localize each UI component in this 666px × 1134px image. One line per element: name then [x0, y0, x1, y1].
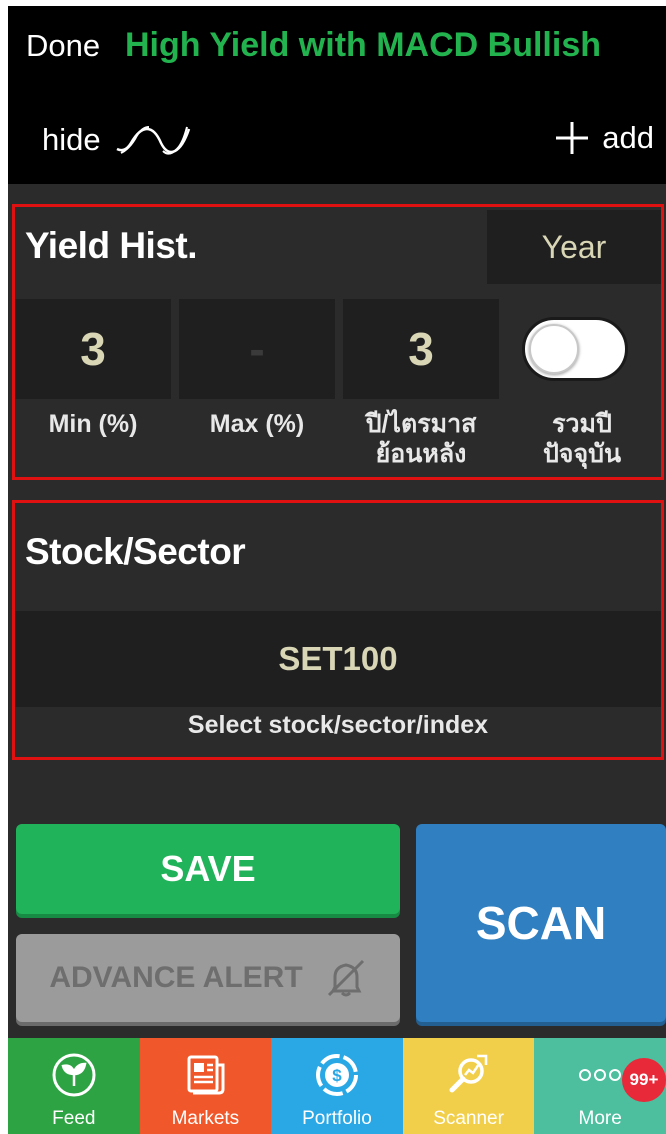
add-button[interactable]: add: [554, 120, 654, 156]
alert-off-icon: [327, 959, 364, 997]
newspaper-icon: [187, 1055, 225, 1095]
tab-feed[interactable]: Feed: [8, 1038, 140, 1134]
period-selector[interactable]: Year: [487, 210, 661, 284]
yield-history-section: Yield Hist. Year 3 - 3 Min (%) Max (%) ป…: [12, 204, 664, 480]
dots-icon: [579, 1069, 622, 1081]
tab-markets-label: Markets: [171, 1108, 240, 1129]
tab-scanner[interactable]: Scanner: [402, 1038, 535, 1134]
current-year-label: รวมปี ปัจจุบัน: [507, 409, 657, 469]
tab-portfolio-label: Portfolio: [302, 1108, 372, 1129]
bottom-tab-bar: Feed Markets $ Portfolio Scanner More 99…: [8, 1038, 666, 1134]
include-current-year-toggle[interactable]: [522, 317, 628, 381]
lookback-label-line1: ปี/ไตรมาส: [365, 410, 477, 438]
top-bar: Done High Yield with MACD Bullish hide a…: [8, 6, 666, 184]
toggle-knob: [529, 324, 579, 374]
tab-markets[interactable]: Markets: [139, 1038, 272, 1134]
dollar-coin-icon: $: [315, 1054, 358, 1096]
max-yield-input[interactable]: -: [179, 299, 335, 399]
lookback-label-line2: ย้อนหลัง: [375, 440, 467, 468]
yield-section-title: Yield Hist.: [25, 225, 198, 266]
lookback-label: ปี/ไตรมาส ย้อนหลัง: [343, 409, 499, 469]
add-label: add: [602, 120, 654, 155]
app-screen: Done High Yield with MACD Bullish hide a…: [8, 6, 666, 1134]
tab-feed-label: Feed: [52, 1108, 96, 1129]
sprout-icon: [52, 1053, 96, 1097]
hide-button[interactable]: hide: [42, 122, 193, 158]
save-button[interactable]: SAVE: [16, 824, 400, 914]
svg-text:$: $: [332, 1066, 342, 1085]
stock-sector-selector[interactable]: SET100: [15, 611, 661, 707]
tab-portfolio[interactable]: $ Portfolio: [271, 1038, 403, 1134]
hide-label: hide: [42, 122, 101, 157]
plus-icon: [556, 122, 589, 154]
advance-alert-label: ADVANCE ALERT: [49, 961, 303, 994]
magnifier-chart-icon: [449, 1054, 487, 1093]
current-year-label-line1: รวมปี: [552, 410, 612, 438]
tab-scanner-label: Scanner: [433, 1108, 504, 1129]
advance-alert-button[interactable]: ADVANCE ALERT: [16, 934, 400, 1022]
min-yield-input[interactable]: 3: [15, 299, 171, 399]
tab-more-label: More: [578, 1108, 622, 1129]
notification-badge: 99+: [621, 1058, 666, 1102]
tab-more[interactable]: More 99+: [534, 1038, 666, 1134]
max-label: Max (%): [209, 410, 305, 438]
done-button[interactable]: Done: [26, 28, 100, 64]
wave-icon: [116, 126, 190, 155]
stock-section-title: Stock/Sector: [25, 531, 246, 572]
scan-button[interactable]: SCAN: [416, 824, 666, 1022]
stock-sector-section: Stock/Sector SET100 Select stock/sector/…: [12, 500, 664, 760]
min-label: Min (%): [48, 410, 138, 438]
stock-sector-hint: Select stock/sector/index: [187, 711, 489, 739]
scanner-title: High Yield with MACD Bullish: [125, 26, 601, 64]
current-year-label-line2: ปัจจุบัน: [542, 440, 622, 468]
lookback-periods-input[interactable]: 3: [343, 299, 499, 399]
